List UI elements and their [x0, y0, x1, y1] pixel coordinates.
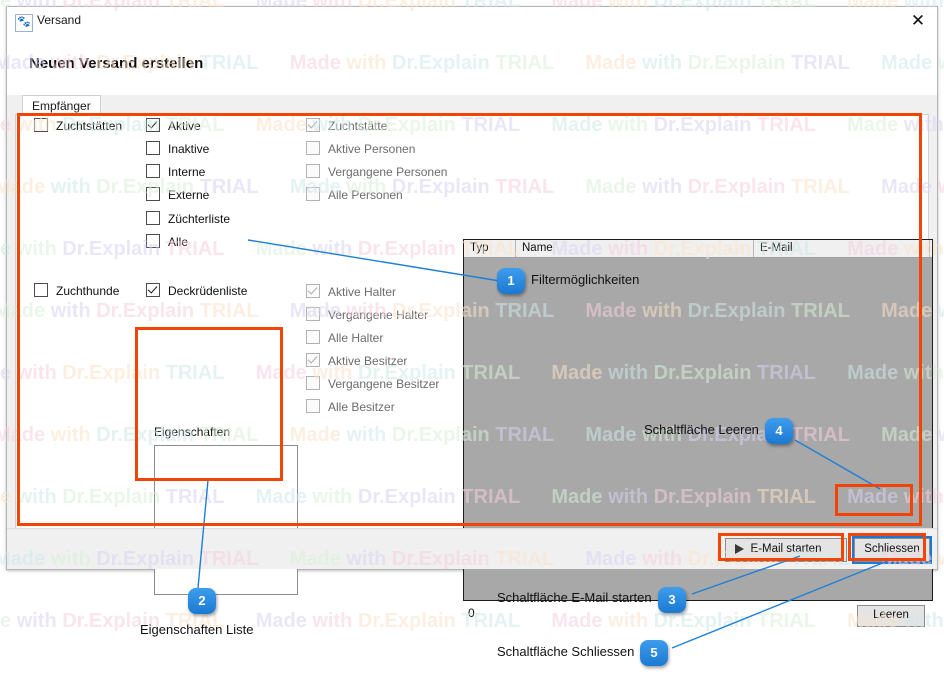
checkbox-mark	[306, 330, 320, 344]
paw-icon: 🐾	[15, 14, 33, 32]
checkbox-mark	[146, 118, 160, 132]
checkbox-label: Aktive	[168, 119, 201, 133]
play-icon	[735, 544, 744, 554]
checkbox-mark	[306, 284, 320, 298]
checkbox-mark	[34, 118, 48, 132]
checkbox-label: Inaktive	[168, 142, 210, 156]
grid-header-row: Typ Name E-Mail	[464, 240, 932, 258]
checkbox-label: Vergangene Halter	[328, 308, 429, 322]
checkbox-label: Vergangene Personen	[328, 165, 448, 179]
checkbox-mark	[306, 307, 320, 321]
checkbox-interne[interactable]: Interne	[146, 164, 205, 179]
checkbox-mark	[146, 164, 160, 178]
checkbox-alle-personen: Alle Personen	[306, 187, 403, 202]
checkbox-mark	[146, 234, 160, 248]
checkbox-label: Alle Halter	[328, 331, 384, 345]
checkbox-aktive-besitzer: Aktive Besitzer	[306, 353, 407, 368]
app-window-root: Made with Dr.Explain TRIAL Made with Dr.…	[0, 0, 944, 676]
checkbox-mark	[306, 353, 320, 367]
checkbox-label: Zuchtstätte	[328, 119, 388, 133]
checkbox-z-chterliste[interactable]: Züchterliste	[146, 211, 230, 226]
checkbox-label: Alle Besitzer	[328, 400, 395, 414]
checkbox-alle-halter: Alle Halter	[306, 330, 383, 345]
page-title: Neuen Versand erstellen	[29, 55, 204, 72]
checkbox-label: Deckrüdenliste	[168, 284, 248, 298]
checkbox-label: Aktive Besitzer	[328, 354, 408, 368]
checkbox-label: Züchterliste	[168, 212, 231, 226]
checkbox-aktive[interactable]: Aktive	[146, 118, 201, 133]
checkbox-mark	[306, 164, 320, 178]
close-icon[interactable]: ✕	[905, 11, 931, 33]
callout-note-5: Schaltfläche Schliessen	[497, 644, 635, 659]
checkbox-label: Interne	[168, 165, 206, 179]
checkbox-mark	[306, 399, 320, 413]
checkbox-label: Alle Personen	[328, 188, 403, 202]
checkbox-aktive-personen: Aktive Personen	[306, 141, 415, 156]
checkbox-zuchtst-tten[interactable]: Zuchtstätten	[34, 118, 122, 133]
checkbox-mark	[306, 187, 320, 201]
checkbox-mark	[146, 283, 160, 297]
checkbox-label: Zuchtstätten	[56, 119, 123, 133]
title-bar: 🐾 Versand ✕	[7, 7, 937, 37]
checkbox-externe[interactable]: Externe	[146, 187, 209, 202]
recipient-count: 0	[468, 606, 475, 620]
checkbox-zuchthunde[interactable]: Zuchthunde	[34, 283, 119, 298]
dialog-footer: E-Mail starten Schliessen	[7, 528, 937, 569]
versand-dialog-window: 🐾 Versand ✕ Neuen Versand erstellen Empf…	[6, 6, 938, 627]
checkbox-vergangene-halter: Vergangene Halter	[306, 307, 428, 322]
checkbox-label: Vergangene Besitzer	[328, 377, 440, 391]
callout-2[interactable]: 2	[188, 588, 216, 614]
callout-3[interactable]: 3	[658, 587, 686, 613]
callout-1[interactable]: 1	[497, 268, 525, 294]
checkbox-label: Zuchthunde	[56, 284, 120, 298]
callout-5[interactable]: 5	[640, 640, 668, 666]
checkbox-mark	[306, 141, 320, 155]
checkbox-mark	[306, 118, 320, 132]
eigenschaften-label: Eigenschaften	[154, 425, 231, 439]
tab-page-empfaenger: Zuchtstätten Zuchthunde Aktive Inaktive Int…	[15, 114, 933, 627]
checkbox-alle[interactable]: Alle	[146, 234, 188, 249]
start-email-button[interactable]: E-Mail starten	[725, 538, 847, 562]
checkbox-vergangene-besitzer: Vergangene Besitzer	[306, 376, 439, 391]
checkbox-label: Aktive Halter	[328, 285, 397, 299]
close-button[interactable]: Schliessen	[852, 536, 932, 564]
window-title: Versand	[37, 13, 82, 27]
checkbox-alle-besitzer: Alle Besitzer	[306, 399, 395, 414]
grid-column-header[interactable]: Name	[516, 240, 754, 257]
checkbox-deckr-denliste[interactable]: Deckrüdenliste	[146, 283, 247, 298]
checkbox-vergangene-personen: Vergangene Personen	[306, 164, 447, 179]
checkbox-mark	[34, 283, 48, 297]
checkbox-label: Aktive Personen	[328, 142, 416, 156]
checkbox-inaktive[interactable]: Inaktive	[146, 141, 209, 156]
callout-note-2: Eigenschaften Liste	[140, 622, 254, 637]
callout-4[interactable]: 4	[765, 418, 793, 444]
clear-button[interactable]: Leeren	[857, 605, 925, 627]
checkbox-label: Externe	[168, 188, 210, 202]
checkbox-mark	[146, 187, 160, 201]
eigenschaften-listbox[interactable]	[154, 445, 298, 595]
checkbox-zuchtst-tte: Zuchtstätte	[306, 118, 387, 133]
tab-strip: Empfänger Zuchtstätten Zuchthunde Aktive I…	[7, 95, 937, 627]
checkbox-mark	[146, 141, 160, 155]
checkbox-mark	[146, 211, 160, 225]
checkbox-label: Alle	[168, 235, 189, 249]
grid-column-header[interactable]: E-Mail	[754, 240, 930, 257]
grid-column-header[interactable]: Typ	[464, 240, 516, 257]
checkbox-aktive-halter: Aktive Halter	[306, 284, 396, 299]
start-email-label: E-Mail starten	[750, 543, 822, 555]
checkbox-mark	[306, 376, 320, 390]
